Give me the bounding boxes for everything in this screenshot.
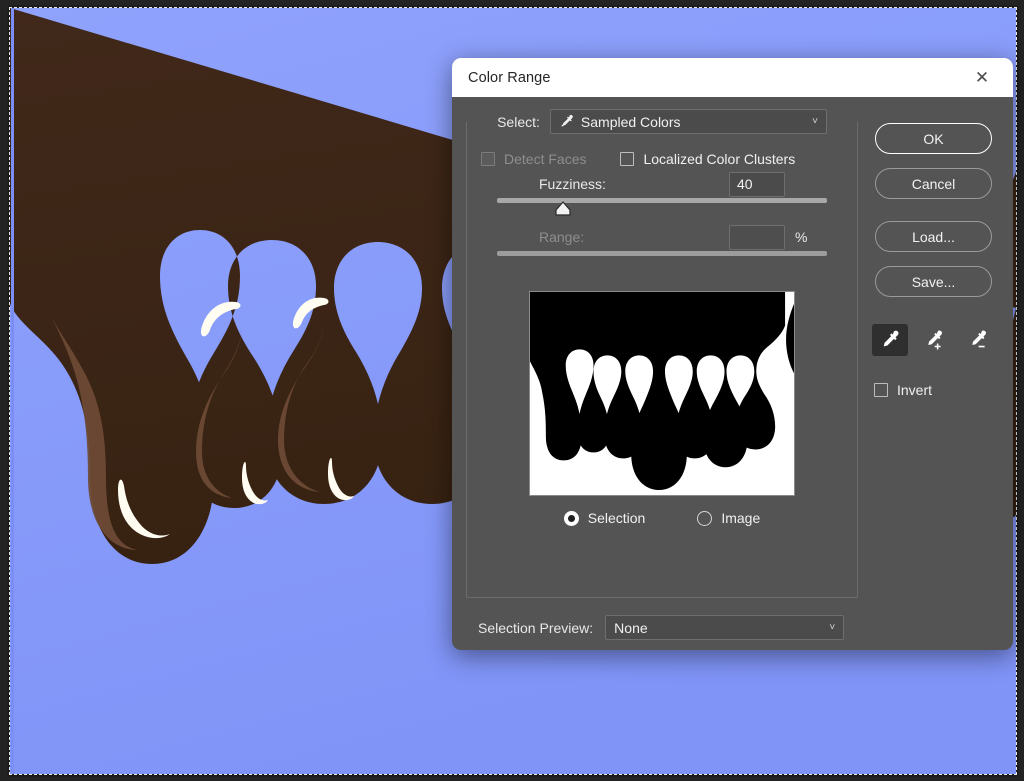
fuzziness-label: Fuzziness: bbox=[539, 176, 606, 192]
invert-label: Invert bbox=[897, 382, 933, 398]
localized-color-clusters-checkbox[interactable]: Localized Color Clusters bbox=[620, 151, 795, 167]
invert-checkbox[interactable]: Invert bbox=[868, 382, 932, 398]
save-button[interactable]: Save... bbox=[875, 266, 992, 297]
fuzziness-slider[interactable] bbox=[497, 198, 827, 220]
radio-image[interactable]: Image bbox=[697, 510, 760, 526]
chevron-down-icon: ˅ bbox=[812, 116, 818, 127]
checkbox-box bbox=[874, 383, 888, 397]
cancel-button[interactable]: Cancel bbox=[875, 168, 992, 199]
selection-preview-value: None bbox=[614, 619, 648, 636]
range-unit-label: % bbox=[795, 229, 808, 245]
ok-button[interactable]: OK bbox=[875, 123, 992, 154]
eyedropper-subtract-icon[interactable] bbox=[960, 324, 996, 356]
preview-mode-radios: Selection Image bbox=[477, 510, 847, 526]
eyedropper-icon bbox=[561, 114, 573, 127]
dialog-button-column: OK Cancel Load... Save... Invert bbox=[868, 109, 999, 598]
selection-mask-preview[interactable] bbox=[529, 291, 795, 496]
chevron-down-icon: ˅ bbox=[829, 622, 836, 633]
dialog-title: Color Range bbox=[468, 69, 551, 86]
detect-faces-label: Detect Faces bbox=[504, 151, 587, 167]
color-range-dialog: Color Range ✕ Select: Sampled Colors ˅ D… bbox=[452, 58, 1013, 650]
select-label: Select: bbox=[497, 113, 540, 130]
fuzziness-input[interactable]: 40 bbox=[729, 171, 785, 197]
range-label: Range: bbox=[539, 229, 585, 245]
selection-preview-dropdown[interactable]: None ˅ bbox=[605, 615, 845, 640]
localized-color-clusters-label: Localized Color Clusters bbox=[643, 151, 796, 167]
dialog-titlebar: Color Range ✕ bbox=[452, 58, 1013, 97]
radio-selection[interactable]: Selection bbox=[563, 510, 646, 526]
radio-button bbox=[563, 510, 579, 526]
dialog-upper-section: Select: Sampled Colors ˅ Detect Faces Lo… bbox=[466, 109, 999, 598]
photoshop-window: Color Range ✕ Select: Sampled Colors ˅ D… bbox=[0, 0, 1024, 781]
radio-selection-label: Selection bbox=[587, 510, 646, 526]
select-dropdown[interactable]: Sampled Colors ˅ bbox=[549, 109, 827, 134]
range-input[interactable] bbox=[729, 224, 785, 250]
mask-preview-image bbox=[530, 292, 794, 495]
checkbox-row: Detect Faces Localized Color Clusters bbox=[477, 151, 847, 167]
load-button[interactable]: Load... bbox=[875, 221, 992, 252]
slider-track bbox=[497, 251, 827, 256]
checkbox-box bbox=[481, 152, 495, 166]
eyedropper-tools bbox=[871, 324, 996, 356]
fuzziness-block: Fuzziness: 40 bbox=[477, 171, 847, 220]
eyedropper-sample-icon[interactable] bbox=[871, 324, 908, 356]
range-block: Range: % bbox=[477, 224, 847, 273]
select-row: Select: Sampled Colors ˅ bbox=[467, 109, 857, 134]
selection-preview-row: Selection Preview: None ˅ bbox=[466, 598, 999, 640]
slider-track bbox=[497, 198, 827, 203]
color-range-groupbox: Select: Sampled Colors ˅ Detect Faces Lo… bbox=[466, 109, 858, 598]
checkbox-box bbox=[620, 152, 635, 166]
select-value: Sampled Colors bbox=[580, 113, 681, 130]
range-slider[interactable] bbox=[497, 251, 827, 273]
slider-thumb[interactable] bbox=[554, 201, 572, 216]
eyedropper-add-icon[interactable] bbox=[916, 324, 952, 356]
detect-faces-checkbox[interactable]: Detect Faces bbox=[481, 151, 586, 167]
radio-image-label: Image bbox=[721, 510, 761, 526]
dialog-body: Select: Sampled Colors ˅ Detect Faces Lo… bbox=[452, 97, 1013, 650]
selection-preview-label: Selection Preview: bbox=[478, 619, 594, 636]
close-icon[interactable]: ✕ bbox=[961, 58, 1003, 97]
radio-button bbox=[697, 510, 713, 526]
